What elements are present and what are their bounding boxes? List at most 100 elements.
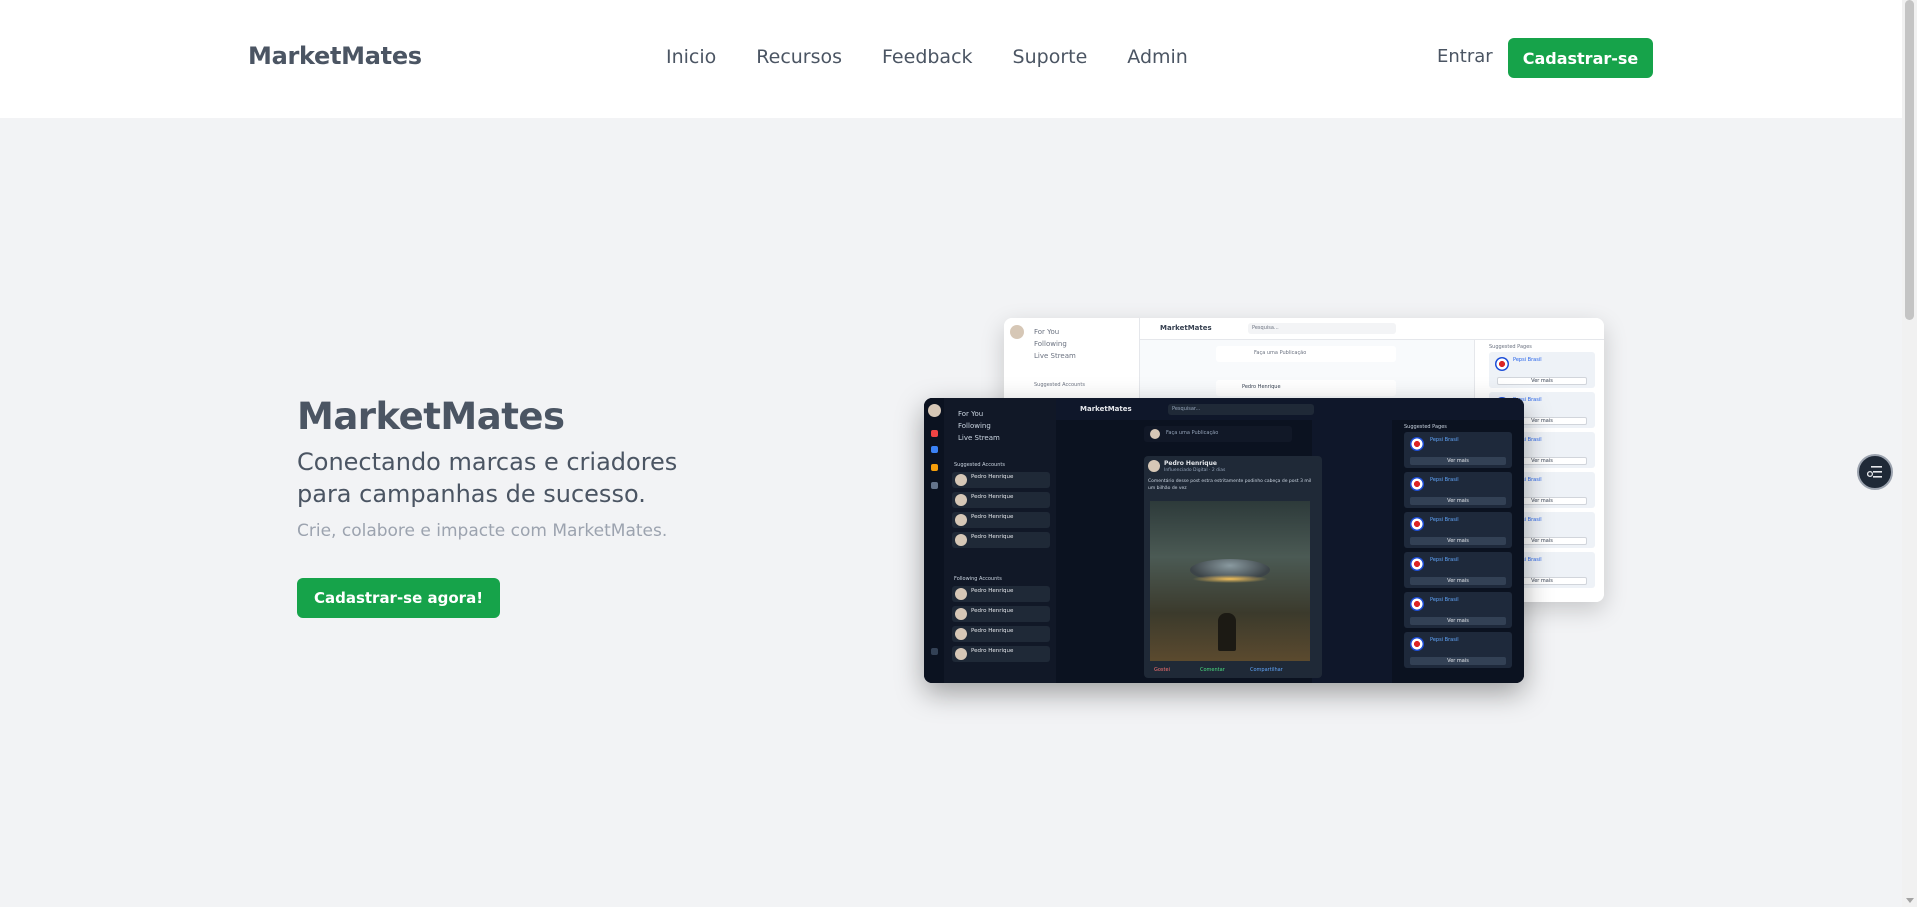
compose-box: Faça uma Publicação — [1216, 346, 1396, 362]
section-heading: Suggested Pages — [1404, 424, 1447, 430]
floating-menu-button[interactable] — [1857, 454, 1893, 490]
pepsi-logo-icon — [1410, 517, 1424, 531]
post-card: Pedro Henrique Influenciado Digital · 2 … — [1144, 456, 1322, 678]
page-name: Pepsi Brasil — [1430, 557, 1459, 563]
signup-button[interactable]: Cadastrar-se — [1508, 38, 1653, 78]
menu-item: Following — [958, 422, 991, 430]
account-item: Pedro Henrique — [952, 646, 1050, 662]
nav-link-admin[interactable]: Admin — [1127, 46, 1188, 68]
preview-header: MarketMates Pesquisa... — [1140, 318, 1604, 340]
page-name: Pepsi Brasil — [1430, 477, 1459, 483]
preview-sidebar: For You Following Live Stream Suggested … — [944, 398, 1056, 683]
view-more-button: Ver mais — [1410, 497, 1506, 505]
account-item: Pedro Henrique — [952, 512, 1050, 528]
post-text: Comentário desse post estra estritamente… — [1148, 479, 1312, 491]
avatar — [955, 648, 967, 660]
scroll-down-icon[interactable] — [1906, 898, 1914, 903]
preview-search: Pesquisar... — [1168, 404, 1314, 415]
view-more-button: Ver mais — [1410, 537, 1506, 545]
account-name: Pedro Henrique — [971, 608, 1014, 614]
pepsi-logo-icon — [1410, 557, 1424, 571]
page-name: Pepsi Brasil — [1430, 437, 1459, 443]
view-more-button: Ver mais — [1410, 657, 1506, 665]
post-meta: Influenciado Digital · 2 dias — [1164, 468, 1226, 473]
account-item: Pedro Henrique — [952, 626, 1050, 642]
account-name: Pedro Henrique — [971, 628, 1014, 634]
settings-icon — [931, 648, 938, 655]
avatar — [955, 608, 967, 620]
view-more-button: Ver mais — [1410, 457, 1506, 465]
page-card: Pepsi Brasil Ver mais — [1404, 512, 1512, 548]
account-name: Pedro Henrique — [971, 648, 1014, 654]
like-action: Gostei — [1154, 667, 1170, 673]
pepsi-logo-icon — [1495, 357, 1509, 371]
compose-box: Faça uma Publicação — [1144, 426, 1292, 442]
share-action: Compartilhar — [1250, 667, 1283, 673]
account-item: Pedro Henrique — [952, 492, 1050, 508]
account-item: Pedro Henrique — [952, 606, 1050, 622]
page-name: Pepsi Brasil — [1513, 357, 1542, 363]
account-name: Pedro Henrique — [971, 474, 1014, 480]
page-card: Pepsi Brasil Ver mais — [1404, 472, 1512, 508]
account-item: Pedro Henrique — [952, 532, 1050, 548]
menu-lines-icon — [1867, 466, 1882, 478]
post-author: Pedro Henrique — [1242, 384, 1281, 390]
hero-title: MarketMates — [297, 395, 565, 438]
account-item: Pedro Henrique — [952, 472, 1050, 488]
post-image — [1150, 501, 1310, 661]
avatar — [1148, 460, 1160, 472]
store-icon — [931, 464, 938, 471]
preview-suggested-pages: Suggested Pages Pepsi Brasil Ver mais Pep… — [1392, 420, 1524, 683]
page-scrollbar[interactable] — [1902, 0, 1917, 907]
nav-link-suporte[interactable]: Suporte — [1013, 46, 1088, 68]
section-heading: Suggested Accounts — [954, 462, 1005, 468]
login-link[interactable]: Entrar — [1437, 46, 1493, 67]
avatar — [955, 628, 967, 640]
main-nav: Inicio Recursos Feedback Suporte Admin — [666, 46, 1188, 68]
page-name: Pepsi Brasil — [1430, 597, 1459, 603]
avatar — [1010, 325, 1024, 339]
feed-icon — [931, 446, 938, 453]
menu-item: Live Stream — [958, 434, 1000, 442]
hero-subtitle: Conectando marcas e criadores para campa… — [297, 448, 678, 508]
avatar — [955, 494, 967, 506]
scrollbar-thumb[interactable] — [1905, 0, 1914, 320]
compose-placeholder: Faça uma Publicação — [1254, 350, 1307, 356]
nav-link-inicio[interactable]: Inicio — [666, 46, 716, 68]
post-card: Pedro Henrique — [1216, 380, 1396, 396]
view-more-button: Ver mais — [1410, 617, 1506, 625]
section-heading: Following Accounts — [954, 576, 1002, 582]
pepsi-logo-icon — [1410, 597, 1424, 611]
nav-link-feedback[interactable]: Feedback — [882, 46, 972, 68]
section-heading: Suggested Pages — [1489, 344, 1532, 350]
account-name: Pedro Henrique — [971, 494, 1014, 500]
hero-signup-button[interactable]: Cadastrar-se agora! — [297, 578, 500, 618]
avatar — [955, 534, 967, 546]
compose-placeholder: Faça uma Publicação — [1166, 430, 1219, 436]
avatar — [955, 588, 967, 600]
post-author: Pedro Henrique — [1164, 460, 1217, 467]
preview-header: MarketMates Pesquisar... — [1056, 398, 1524, 420]
page-name: Pepsi Brasil — [1430, 637, 1459, 643]
account-name: Pedro Henrique — [971, 514, 1014, 520]
pepsi-logo-icon — [1410, 637, 1424, 651]
home-icon — [931, 430, 938, 437]
avatar — [928, 404, 941, 417]
avatar — [955, 474, 967, 486]
view-more-button: Ver mais — [1497, 377, 1587, 385]
page-card: Pepsi Brasil Ver mais — [1404, 592, 1512, 628]
nav-link-recursos[interactable]: Recursos — [756, 46, 842, 68]
menu-item: Live Stream — [1034, 352, 1076, 360]
page-card: Pepsi Brasil Ver mais — [1404, 552, 1512, 588]
page-name: Pepsi Brasil — [1430, 517, 1459, 523]
preview-brand: MarketMates — [1080, 405, 1132, 413]
view-more-button: Ver mais — [1410, 577, 1506, 585]
account-name: Pedro Henrique — [971, 588, 1014, 594]
pepsi-logo-icon — [1410, 437, 1424, 451]
hero-description: Crie, colabore e impacte com MarketMates… — [297, 521, 668, 541]
site-logo[interactable]: MarketMates — [248, 42, 422, 70]
page-card: Pepsi Brasil Ver mais — [1489, 352, 1595, 388]
page-card: Pepsi Brasil Ver mais — [1404, 632, 1512, 668]
account-name: Pedro Henrique — [971, 534, 1014, 540]
preview-brand: MarketMates — [1160, 324, 1212, 332]
